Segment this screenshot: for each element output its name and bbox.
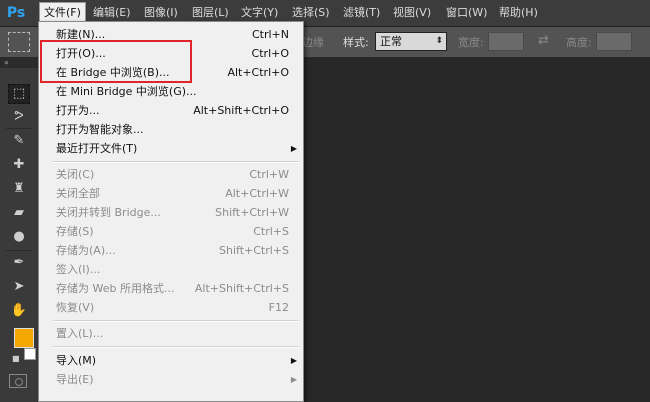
quick-mask-icon[interactable]: [9, 374, 27, 388]
style-label: 样式:: [343, 36, 369, 49]
menu-item-browse-in-bridge[interactable]: 在 Bridge 中浏览(B)... Alt+Ctrl+O: [39, 63, 303, 82]
eraser-icon[interactable]: ▰: [9, 204, 29, 222]
height-input[interactable]: [596, 32, 632, 51]
menu-separator: [53, 346, 299, 348]
menu-item-open-as-smart-object[interactable]: 打开为智能对象...: [39, 120, 303, 139]
menu-item-open[interactable]: 打开(O)... Ctrl+O: [39, 44, 303, 63]
menu-window[interactable]: 窗口(W): [442, 3, 491, 23]
menu-help[interactable]: 帮助(H): [495, 3, 542, 23]
foreground-color-swatch[interactable]: [14, 328, 34, 348]
menu-edit[interactable]: 编辑(E): [89, 3, 135, 23]
menu-separator: [53, 161, 299, 163]
healing-brush-icon[interactable]: ✚: [9, 156, 29, 174]
quick-selection-icon[interactable]: ✎: [9, 132, 29, 150]
menu-view[interactable]: 视图(V): [389, 3, 435, 23]
file-menu-dropdown: 新建(N)... Ctrl+N 打开(O)... Ctrl+O 在 Bridge…: [38, 21, 304, 402]
photoshop-logo: Ps: [6, 5, 26, 21]
path-selection-icon[interactable]: ➤: [9, 278, 29, 296]
menu-separator: [53, 320, 299, 322]
blur-icon[interactable]: ●: [9, 228, 29, 246]
width-input[interactable]: [488, 32, 524, 51]
menu-select[interactable]: 选择(S): [288, 3, 334, 23]
marquee-preset-icon[interactable]: [8, 32, 30, 52]
tools-panel: « ⬚ ᕗ ✎ ✚ ♜ ▰ ● ✒ ➤ ✋ ■: [0, 58, 39, 402]
menu-item-save-for-web[interactable]: 存储为 Web 所用格式... Alt+Shift+Ctrl+S: [39, 279, 303, 298]
pen-icon[interactable]: ✒: [9, 254, 29, 272]
submenu-arrow-icon: ▶: [290, 144, 297, 153]
menu-item-save-as[interactable]: 存储为(A)... Shift+Ctrl+S: [39, 241, 303, 260]
style-select[interactable]: 正常 ⬍: [375, 32, 447, 51]
submenu-arrow-icon: ▶: [290, 375, 297, 384]
menu-filter[interactable]: 滤镜(T): [339, 3, 384, 23]
clone-stamp-icon[interactable]: ♜: [9, 180, 29, 198]
menu-item-close[interactable]: 关闭(C) Ctrl+W: [39, 165, 303, 184]
menu-item-close-all[interactable]: 关闭全部 Alt+Ctrl+W: [39, 184, 303, 203]
width-label: 宽度:: [458, 36, 484, 49]
menu-type[interactable]: 文字(Y): [237, 3, 282, 23]
menu-item-open-recent[interactable]: 最近打开文件(T) ▶: [39, 139, 303, 158]
menu-item-revert[interactable]: 恢复(V) F12: [39, 298, 303, 317]
menu-item-save[interactable]: 存储(S) Ctrl+S: [39, 222, 303, 241]
submenu-arrow-icon: ▶: [290, 356, 297, 365]
menu-item-export[interactable]: 导出(E) ▶: [39, 370, 303, 389]
menu-item-place[interactable]: 置入(L)...: [39, 324, 303, 343]
hand-icon[interactable]: ✋: [9, 302, 29, 320]
lasso-icon[interactable]: ᕗ: [9, 108, 29, 126]
default-colors-icon[interactable]: ■: [12, 354, 20, 363]
background-color-swatch[interactable]: [24, 348, 36, 360]
rectangular-marquee-icon[interactable]: ⬚: [8, 84, 30, 104]
menu-item-new[interactable]: 新建(N)... Ctrl+N: [39, 25, 303, 44]
menu-item-browse-in-mini-bridge[interactable]: 在 Mini Bridge 中浏览(G)...: [39, 82, 303, 101]
menu-item-check-in[interactable]: 签入(I)...: [39, 260, 303, 279]
select-arrows-icon: ⬍: [435, 36, 443, 46]
collapse-icon[interactable]: «: [0, 58, 38, 68]
swap-icon[interactable]: ⇄: [538, 33, 549, 48]
style-value: 正常: [380, 35, 402, 48]
menu-item-open-as[interactable]: 打开为... Alt+Shift+Ctrl+O: [39, 101, 303, 120]
menu-item-import[interactable]: 导入(M) ▶: [39, 351, 303, 370]
menu-layer[interactable]: 图层(L): [188, 3, 233, 23]
height-label: 高度:: [566, 36, 592, 49]
menu-item-close-and-go-to-bridge[interactable]: 关闭并转到 Bridge... Shift+Ctrl+W: [39, 203, 303, 222]
menu-image[interactable]: 图像(I): [140, 3, 182, 23]
